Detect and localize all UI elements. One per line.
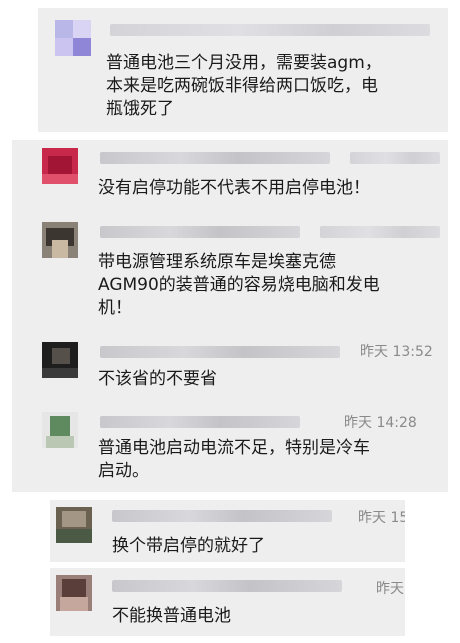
timestamp: 昨天	[376, 581, 404, 597]
timestamp: 昨天 13:52	[360, 344, 433, 360]
comment-text: 不该省的不要省	[98, 368, 438, 391]
nickname-blurred	[100, 416, 300, 428]
comment-line: 没有启停功能不代表不用启停电池！	[98, 178, 370, 198]
comment-line: 机！	[98, 298, 132, 318]
comment-text: 普通电池启动电流不足，特别是冷车 启动。	[98, 437, 438, 483]
comment-line: 瓶饿死了	[106, 99, 174, 119]
nickname-blurred	[100, 346, 340, 358]
nickname-blurred	[112, 580, 342, 592]
comment-line: 启动。	[98, 461, 149, 481]
timestamp-wrap: 昨天	[376, 577, 405, 597]
avatar[interactable]	[55, 20, 91, 56]
comment-text: 换个带启停的就好了	[112, 535, 392, 558]
avatar[interactable]	[42, 412, 78, 448]
comment-line: 不能换普通电池	[112, 606, 231, 626]
avatar[interactable]	[42, 342, 78, 378]
comment-line: 普通电池启动电流不足，特别是冷车	[98, 438, 370, 458]
comment-line: 普通电池三个月没用，需要装agm，	[106, 53, 382, 73]
comment-line: 不该省的不要省	[98, 369, 217, 389]
comment-line: AGM90的装普通的容易烧电脑和发电	[98, 275, 380, 295]
avatar[interactable]	[56, 575, 92, 611]
nickname-blurred	[112, 510, 332, 522]
comment-text: 带电源管理系统原车是埃塞克德 AGM90的装普通的容易烧电脑和发电 机！	[98, 251, 438, 320]
timestamp-wrap: 昨天 13:52	[360, 340, 448, 360]
timestamp-wrap: 昨天 15	[358, 506, 405, 526]
comment-line: 换个带启停的就好了	[112, 536, 265, 556]
timestamp: 昨天 14:28	[344, 415, 417, 431]
comment-text: 不能换普通电池	[112, 605, 392, 628]
comment-line: 带电源管理系统原车是埃塞克德	[98, 252, 336, 272]
comment-text: 没有启停功能不代表不用启停电池！	[98, 177, 438, 200]
comment-line: 本来是吃两碗饭非得给两口饭吃，电	[106, 76, 378, 96]
nickname-blurred	[100, 152, 330, 164]
nickname-blurred	[320, 226, 440, 238]
avatar[interactable]	[42, 222, 78, 258]
comment-text: 普通电池三个月没用，需要装agm， 本来是吃两碗饭非得给两口饭吃，电 瓶饿死了	[106, 52, 436, 121]
avatar[interactable]	[56, 507, 92, 543]
nickname-blurred	[110, 24, 430, 36]
avatar[interactable]	[42, 148, 78, 184]
nickname-blurred	[350, 152, 440, 164]
timestamp: 昨天 15	[358, 510, 405, 526]
nickname-blurred	[100, 226, 300, 238]
